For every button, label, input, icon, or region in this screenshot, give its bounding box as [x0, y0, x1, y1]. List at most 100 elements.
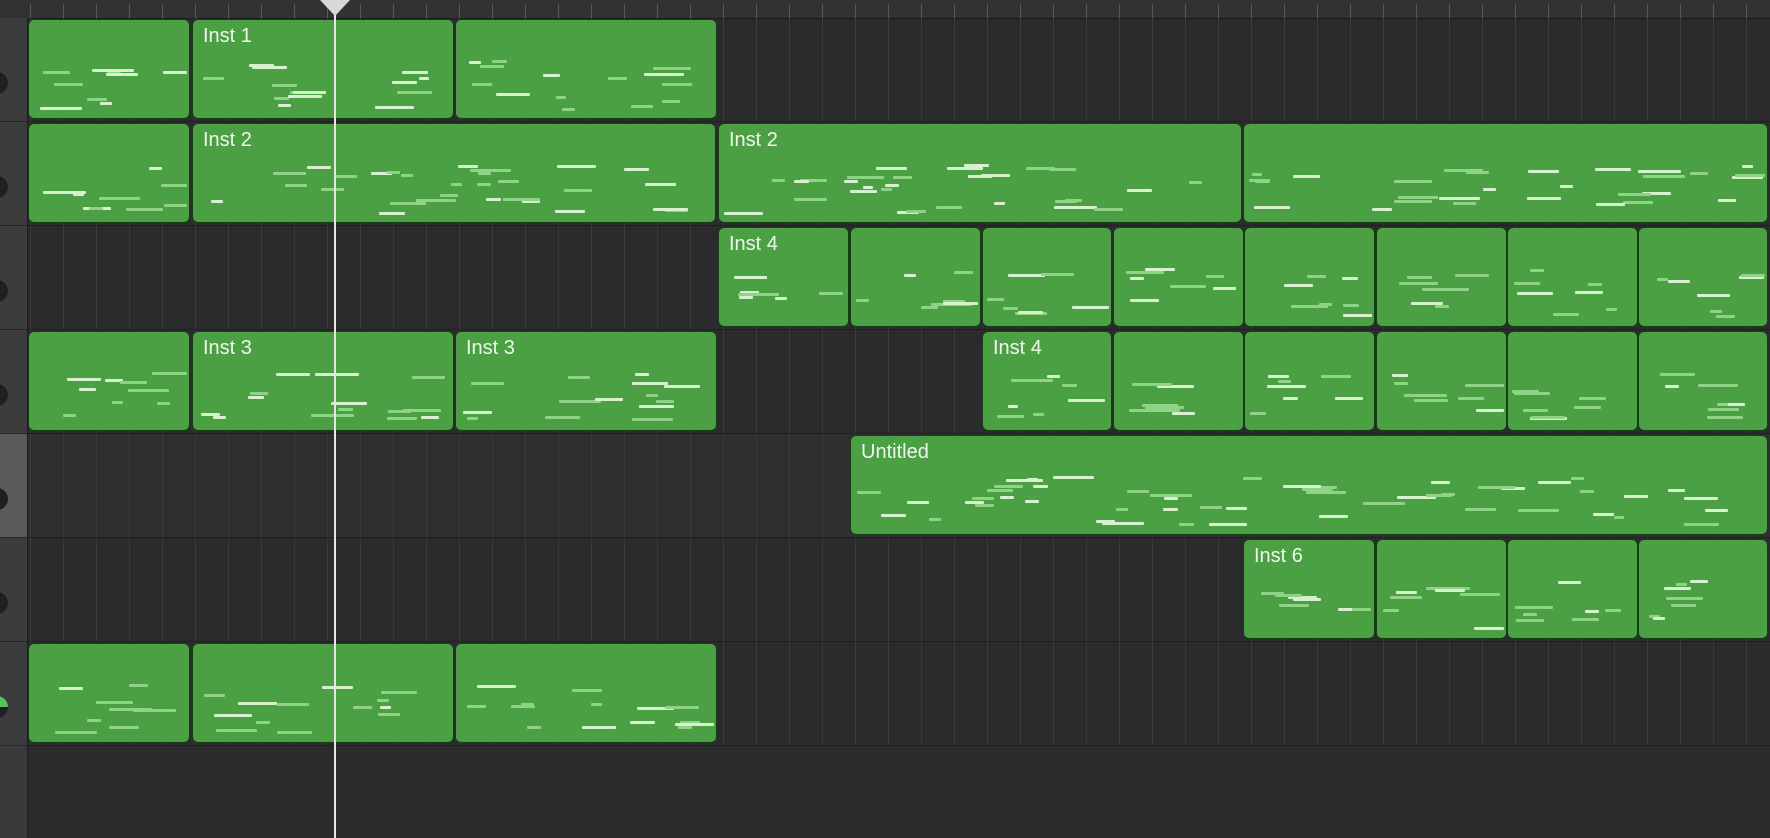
midi-region[interactable]: [1113, 331, 1244, 431]
midi-region[interactable]: Inst 6: [1243, 539, 1375, 639]
midi-region[interactable]: Inst 3: [192, 331, 454, 431]
midi-note: [1740, 273, 1765, 277]
midi-note: [1584, 610, 1599, 614]
midi-region[interactable]: [1507, 539, 1638, 639]
midi-note: [214, 713, 253, 717]
midi-region[interactable]: [1376, 331, 1507, 431]
midi-region[interactable]: Inst 4: [718, 227, 849, 327]
playhead-handle[interactable]: [320, 0, 350, 16]
volume-knob-icon[interactable]: [0, 696, 8, 718]
grid-line: [1020, 642, 1021, 745]
arrange-area[interactable]: Inst 1 Inst 2 Inst 2 Inst 4 Inst 3 Inst 3 Inst…: [0, 0, 1770, 838]
volume-knob-icon[interactable]: [0, 176, 8, 198]
midi-region[interactable]: [1507, 331, 1638, 431]
ruler-tick: [63, 4, 64, 18]
midi-region[interactable]: Inst 1: [192, 19, 454, 119]
grid-line: [1614, 18, 1615, 121]
midi-region[interactable]: [192, 643, 454, 743]
midi-region[interactable]: [1507, 227, 1638, 327]
midi-note: [1643, 174, 1685, 178]
grid-line: [822, 642, 823, 745]
midi-region[interactable]: Inst 4: [982, 331, 1112, 431]
midi-note: [655, 400, 675, 404]
volume-knob-icon[interactable]: [0, 280, 8, 302]
track-lane[interactable]: [28, 642, 1770, 746]
grid-line: [855, 642, 856, 745]
midi-region[interactable]: [28, 123, 190, 223]
midi-note: [1305, 490, 1346, 494]
midi-region[interactable]: [455, 19, 717, 119]
track-lane[interactable]: Inst 6: [28, 538, 1770, 642]
midi-region[interactable]: [28, 19, 190, 119]
grid-line: [855, 330, 856, 433]
midi-note: [457, 165, 479, 169]
track-header[interactable]: [0, 434, 27, 538]
midi-region[interactable]: [1638, 331, 1768, 431]
timeline-ruler[interactable]: [0, 0, 1770, 19]
midi-note: [390, 201, 426, 205]
midi-region[interactable]: [455, 643, 717, 743]
midi-region[interactable]: [982, 227, 1112, 327]
midi-region[interactable]: [1243, 123, 1768, 223]
midi-region[interactable]: [28, 643, 190, 743]
midi-region[interactable]: [1244, 227, 1375, 327]
midi-note: [881, 513, 907, 517]
midi-note: [572, 688, 602, 692]
grid-line: [129, 434, 130, 537]
midi-region[interactable]: [1638, 539, 1768, 639]
track-header[interactable]: [0, 330, 27, 434]
grid-line: [195, 538, 196, 641]
track-header[interactable]: [0, 18, 27, 122]
midi-note: [320, 188, 345, 192]
track-lane[interactable]: Inst 1: [28, 18, 1770, 122]
midi-region[interactable]: [850, 227, 981, 327]
track-header[interactable]: [0, 642, 27, 746]
midi-region[interactable]: Inst 2: [192, 123, 716, 223]
midi-region[interactable]: [1113, 227, 1244, 327]
volume-knob-icon[interactable]: [0, 72, 8, 94]
midi-note: [1527, 197, 1562, 201]
grid-line: [1383, 18, 1384, 121]
midi-region[interactable]: [1376, 227, 1507, 327]
midi-region[interactable]: [1244, 331, 1375, 431]
ruler-tick: [492, 4, 493, 18]
grid-line: [426, 538, 427, 641]
volume-knob-icon[interactable]: [0, 384, 8, 406]
midi-region[interactable]: [1376, 539, 1507, 639]
midi-region[interactable]: Untitled: [850, 435, 1768, 535]
volume-knob-icon[interactable]: [0, 488, 8, 510]
grid-line: [1416, 18, 1417, 121]
empty-lane-area[interactable]: [28, 746, 1770, 838]
volume-knob-icon[interactable]: [0, 592, 8, 614]
midi-note: [58, 687, 83, 691]
midi-note: [582, 725, 617, 729]
midi-note: [1706, 416, 1744, 420]
midi-note: [39, 106, 82, 110]
track-lane[interactable]: Inst 2 Inst 2: [28, 122, 1770, 226]
midi-note: [664, 384, 700, 388]
midi-region[interactable]: Inst 3: [455, 331, 717, 431]
midi-region[interactable]: Inst 2: [718, 123, 1242, 223]
track-lane[interactable]: Inst 3 Inst 3 Inst 4: [28, 330, 1770, 434]
grid-line: [129, 226, 130, 329]
grid-line: [1086, 18, 1087, 121]
midi-note: [1434, 589, 1465, 593]
grid-line: [1185, 642, 1186, 745]
midi-note: [379, 211, 406, 215]
midi-region[interactable]: [28, 331, 190, 431]
midi-note: [396, 90, 433, 94]
track-header[interactable]: [0, 122, 27, 226]
track-header[interactable]: [0, 538, 27, 642]
midi-note: [251, 66, 288, 70]
midi-note: [1594, 168, 1631, 171]
grid-line: [624, 434, 625, 537]
ruler-tick: [426, 4, 427, 18]
playhead-line[interactable]: [334, 0, 336, 838]
region-name: Inst 6: [1254, 545, 1303, 567]
grid-line: [96, 538, 97, 641]
track-lane[interactable]: Untitled: [28, 434, 1770, 538]
midi-region[interactable]: [1638, 227, 1768, 327]
track-lane[interactable]: Inst 4: [28, 226, 1770, 330]
track-header[interactable]: [0, 226, 27, 330]
midi-note: [556, 96, 567, 100]
